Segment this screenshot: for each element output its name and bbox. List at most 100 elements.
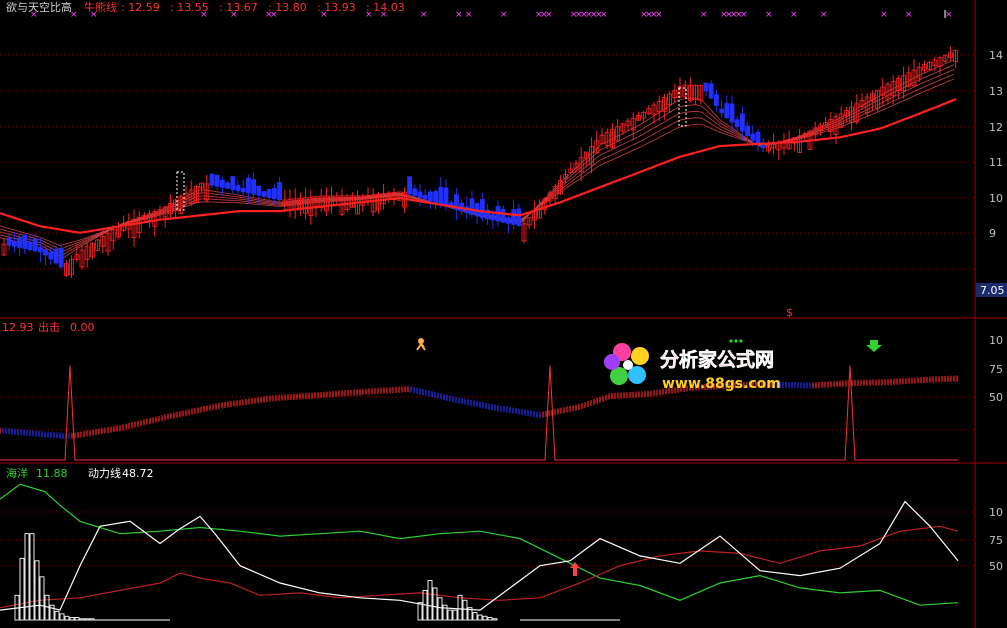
histogram-bar [417, 602, 423, 621]
ocean-line [0, 483, 959, 606]
header-value: : 12.59 [121, 1, 160, 14]
candle [256, 185, 262, 196]
candle [714, 94, 719, 106]
price-axis-label: 10 [989, 192, 1003, 205]
panel2-left-value: 12.93 [2, 321, 34, 334]
panel2-value: 0.00 [70, 321, 95, 334]
candle [277, 182, 283, 201]
header-value: : 13.80 [268, 1, 307, 14]
sell-marker: × [455, 10, 463, 20]
power-value: 48.72 [122, 467, 154, 480]
panel2-axis-label: 10 [989, 334, 1003, 347]
header-value: : 13.55 [170, 1, 209, 14]
watermark-logo-icon [604, 343, 649, 385]
sell-marker: × [465, 10, 473, 20]
candle [251, 179, 257, 195]
histogram-bar [492, 618, 498, 621]
candle [261, 191, 267, 197]
candle [266, 188, 272, 198]
header-value: : 14.03 [366, 1, 405, 14]
price-axis-label: 12 [989, 121, 1003, 134]
candle [443, 187, 449, 207]
candle [32, 238, 38, 252]
candle [516, 208, 522, 226]
candle [214, 174, 220, 187]
panel2-label: 出击 [38, 320, 60, 334]
attack-panel[interactable] [0, 365, 958, 461]
grid-lines [0, 0, 1007, 628]
histogram-bar [39, 576, 45, 621]
histogram-bar [482, 615, 488, 621]
sell-marker: × [765, 10, 773, 20]
histogram-bar [54, 610, 60, 621]
candle [750, 133, 756, 141]
candle [407, 176, 413, 195]
price-panel[interactable]: × × × × × ×× × × × × × × × ××× ××××××× ×××× × ××××× × × × × × × [0, 10, 958, 279]
sell-marker: × [655, 10, 663, 20]
price-axis-label: 14 [989, 49, 1003, 62]
candle [433, 191, 439, 203]
histogram-bar [472, 612, 478, 621]
candle [43, 249, 48, 256]
power-line [0, 525, 959, 609]
signal-marker: $ [786, 306, 793, 319]
price-axis-label: 11 [989, 156, 1003, 169]
histogram-bar [462, 599, 468, 621]
sell-marker: × [545, 10, 553, 20]
candle [417, 191, 423, 198]
candle [38, 247, 43, 253]
sell-marker: × [945, 10, 953, 20]
header-values: : 12.59: 13.55: 13.67: 13.80: 13.93: 14.… [121, 1, 405, 14]
ocean-panel[interactable] [0, 483, 959, 621]
candle [17, 237, 23, 248]
ma-line [0, 59, 955, 261]
candle [219, 179, 225, 188]
dots-icon [729, 339, 743, 343]
candle [703, 82, 709, 92]
candle [230, 176, 236, 190]
sell-marker: × [790, 10, 798, 20]
candle [245, 177, 251, 194]
sell-marker: × [880, 10, 888, 20]
header-value: : 13.93 [317, 1, 356, 14]
candle [225, 182, 231, 189]
price-axis-label: 13 [989, 85, 1003, 98]
histogram-bar [447, 609, 453, 621]
candle [422, 194, 428, 200]
candle [6, 237, 12, 246]
sell-marker: × [905, 10, 913, 20]
candle [209, 173, 215, 186]
candle [500, 209, 506, 223]
panel3-axis-label: 50 [989, 560, 1003, 573]
watermark-site-name: 分析家公式网 [660, 348, 774, 371]
histogram-bar [457, 594, 463, 621]
panel3-axis: 10 75 50 [989, 506, 1003, 573]
candle [505, 217, 511, 224]
histogram-bar [452, 609, 458, 621]
candle [235, 185, 241, 192]
histogram-bar [477, 614, 483, 621]
candle [490, 214, 496, 221]
candle [48, 252, 54, 260]
price-tag: 7.05 [980, 284, 1005, 297]
sell-marker: × [740, 10, 748, 20]
histogram-bar [29, 533, 35, 621]
candle [745, 125, 750, 137]
candle [22, 234, 28, 249]
sell-marker: × [700, 10, 708, 20]
ocean-label: 海洋 [6, 466, 28, 480]
candle [427, 191, 433, 202]
runner-icon [416, 338, 426, 351]
panel2-axis-label: 75 [989, 363, 1003, 376]
attack-line [0, 365, 958, 461]
panel3-axis-label: 10 [989, 506, 1003, 519]
watermark-url: www.88gs.com [662, 376, 781, 392]
histogram-bar [427, 580, 433, 621]
candle [438, 186, 444, 205]
histogram-bar [19, 557, 25, 621]
sell-marker: × [600, 10, 608, 20]
candle [719, 108, 724, 114]
candle [740, 113, 745, 132]
sell-marker: × [820, 10, 828, 20]
ma-line [0, 64, 955, 257]
